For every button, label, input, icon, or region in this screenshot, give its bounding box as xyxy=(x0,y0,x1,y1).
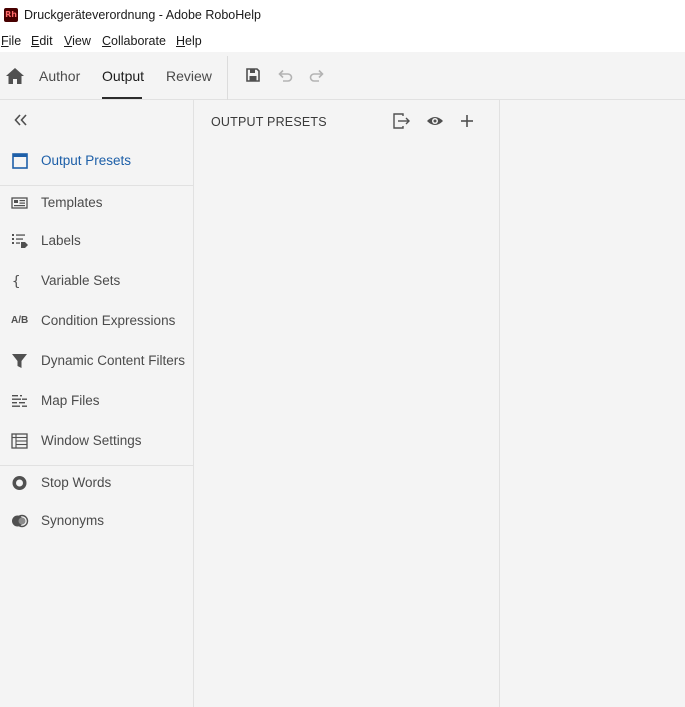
sidebar-item-label: Synonyms xyxy=(41,513,105,528)
undo-icon[interactable] xyxy=(276,66,294,84)
toolbar-divider xyxy=(227,56,228,100)
braces-icon: { } xyxy=(10,272,30,290)
output-presets-panel: OUTPUT PRESETS xyxy=(194,100,500,707)
window-title: Druckgeräteverordnung - Adobe RoboHelp xyxy=(24,8,261,22)
synonyms-icon xyxy=(10,512,30,530)
ab-icon: A/B xyxy=(11,315,29,326)
sidebar-item-variable-sets[interactable]: { } Variable Sets xyxy=(0,261,193,301)
tab-output[interactable]: Output xyxy=(102,68,144,99)
sidebar-item-window-settings[interactable]: Window Settings xyxy=(0,421,193,461)
active-tab-indicator xyxy=(102,97,142,99)
sidebar-item-label: Output Presets xyxy=(41,153,132,168)
tab-review[interactable]: Review xyxy=(166,68,212,99)
export-icon[interactable] xyxy=(392,112,412,130)
menu-help[interactable]: Help xyxy=(176,34,202,48)
robohelp-logo-icon: Rh xyxy=(4,8,18,22)
output-sidebar: Output Presets Templates Labels {Variab… xyxy=(0,100,194,707)
sidebar-item-output-presets[interactable]: Output Presets xyxy=(0,141,193,181)
svg-text:{ }: { } xyxy=(12,274,30,290)
menu-file[interactable]: File xyxy=(1,34,21,48)
sidebar-item-dynamic-content-filters[interactable]: Dynamic Content Filters xyxy=(0,341,193,381)
map-files-icon xyxy=(10,392,30,410)
collapse-sidebar-icon[interactable] xyxy=(12,112,30,128)
menu-view[interactable]: View xyxy=(64,34,91,48)
panel-title: OUTPUT PRESETS xyxy=(211,115,327,129)
sidebar-item-templates[interactable]: Templates xyxy=(0,183,193,223)
sidebar-item-label: Dynamic Content Filters xyxy=(41,353,186,368)
home-icon[interactable] xyxy=(5,67,25,85)
add-icon[interactable] xyxy=(457,112,477,130)
filter-icon xyxy=(10,352,30,370)
redo-icon[interactable] xyxy=(308,66,326,84)
tab-author[interactable]: Author xyxy=(39,68,80,99)
menu-edit[interactable]: Edit xyxy=(31,34,53,48)
stop-words-icon xyxy=(10,474,30,492)
sidebar-item-label: Map Files xyxy=(41,393,100,408)
menu-collaborate[interactable]: Collaborate xyxy=(102,34,166,48)
labels-icon xyxy=(10,232,30,250)
output-presets-icon xyxy=(10,152,30,170)
sidebar-item-synonyms[interactable]: Synonyms xyxy=(0,501,193,541)
templates-icon xyxy=(10,194,30,212)
sidebar-item-label: Templates xyxy=(41,195,103,210)
sidebar-item-label: Labels xyxy=(41,233,81,248)
sidebar-item-labels[interactable]: Labels xyxy=(0,221,193,261)
main-toolbar: Author Output Review xyxy=(0,52,685,100)
sidebar-item-condition-expressions[interactable]: A/B Condition Expressions xyxy=(0,301,193,341)
window-settings-icon xyxy=(10,432,30,450)
sidebar-item-label: Condition Expressions xyxy=(41,313,176,328)
save-icon[interactable] xyxy=(244,66,262,84)
sidebar-item-label: Window Settings xyxy=(41,433,142,448)
sidebar-item-label: Stop Words xyxy=(41,475,112,490)
sidebar-item-map-files[interactable]: Map Files xyxy=(0,381,193,421)
menu-bar: File Edit View Collaborate Help xyxy=(0,30,685,52)
main-content-area xyxy=(501,100,685,707)
title-bar: Rh Druckgeräteverordnung - Adobe RoboHel… xyxy=(0,0,685,30)
sidebar-item-stop-words[interactable]: Stop Words xyxy=(0,463,193,503)
preview-icon[interactable] xyxy=(425,112,445,130)
sidebar-item-label: Variable Sets xyxy=(41,273,121,288)
